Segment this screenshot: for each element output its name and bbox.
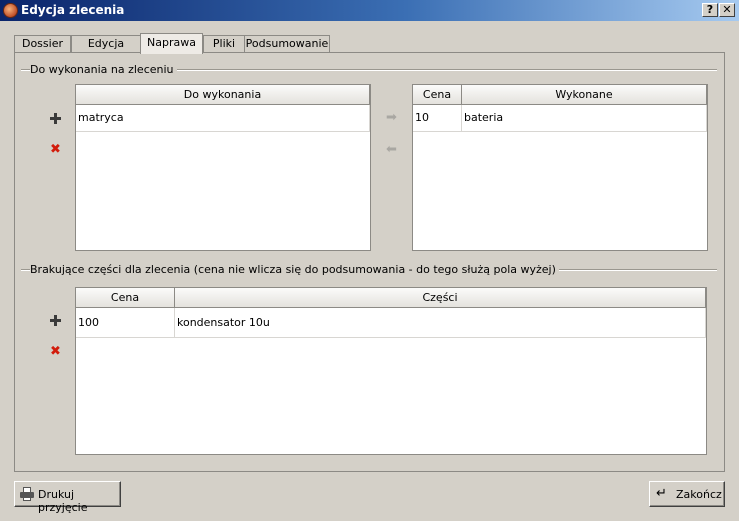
add-part-icon[interactable] [50, 315, 61, 326]
done-header-price[interactable]: Cena [413, 85, 462, 105]
window-title: Edycja zlecenia [21, 3, 125, 17]
finish-button-label: Zakończ [676, 488, 722, 501]
arrow-right-icon[interactable]: ➡ [386, 111, 397, 124]
tab-dossier[interactable]: Dossier [14, 35, 71, 53]
tab-podsumowanie[interactable]: Podsumowanie [244, 35, 330, 53]
tab-pliki[interactable]: Pliki [203, 35, 245, 53]
parts-table[interactable]: Cena Części 100 kondensator 10u [75, 287, 707, 455]
parts-header-price[interactable]: Cena [76, 288, 175, 308]
help-button[interactable]: ? [702, 3, 718, 17]
close-button[interactable]: ✕ [719, 3, 735, 17]
printer-icon [20, 487, 34, 501]
app-icon [3, 3, 18, 18]
done-row-item[interactable]: bateria [462, 105, 707, 132]
parts-header-item[interactable]: Części [175, 288, 706, 308]
todo-table[interactable]: Do wykonania matryca [75, 84, 371, 251]
todo-row[interactable]: matryca [76, 105, 370, 132]
tab-panel: Do wykonania na zleceniu ✖ Do wykonania … [14, 52, 725, 472]
arrow-left-icon[interactable]: ⬅ [386, 143, 397, 156]
print-button-label: Drukuj przyjęcie [38, 488, 88, 514]
done-header-item[interactable]: Wykonane [462, 85, 707, 105]
return-arrow-icon: ↵ [656, 486, 667, 501]
done-row-price[interactable]: 10 [413, 105, 462, 132]
done-table[interactable]: Cena Wykonane 10 bateria [412, 84, 708, 251]
parts-row-item[interactable]: kondensator 10u [175, 308, 706, 338]
remove-part-icon[interactable]: ✖ [50, 345, 61, 358]
tab-naprawa[interactable]: Naprawa [140, 33, 203, 54]
tab-edycja[interactable]: Edycja [71, 35, 141, 53]
add-todo-icon[interactable] [50, 113, 61, 124]
finish-button[interactable]: ↵ Zakończ [649, 481, 725, 507]
parts-group-title: Brakujące części dla zlecenia (cena nie … [30, 263, 559, 276]
print-button[interactable]: Drukuj przyjęcie [14, 481, 121, 514]
title-bar: Edycja zlecenia ? ✕ [0, 0, 739, 21]
parts-row-price[interactable]: 100 [76, 308, 175, 338]
todo-group-title: Do wykonania na zleceniu [30, 63, 177, 76]
todo-header[interactable]: Do wykonania [76, 85, 370, 105]
remove-todo-icon[interactable]: ✖ [50, 143, 61, 156]
